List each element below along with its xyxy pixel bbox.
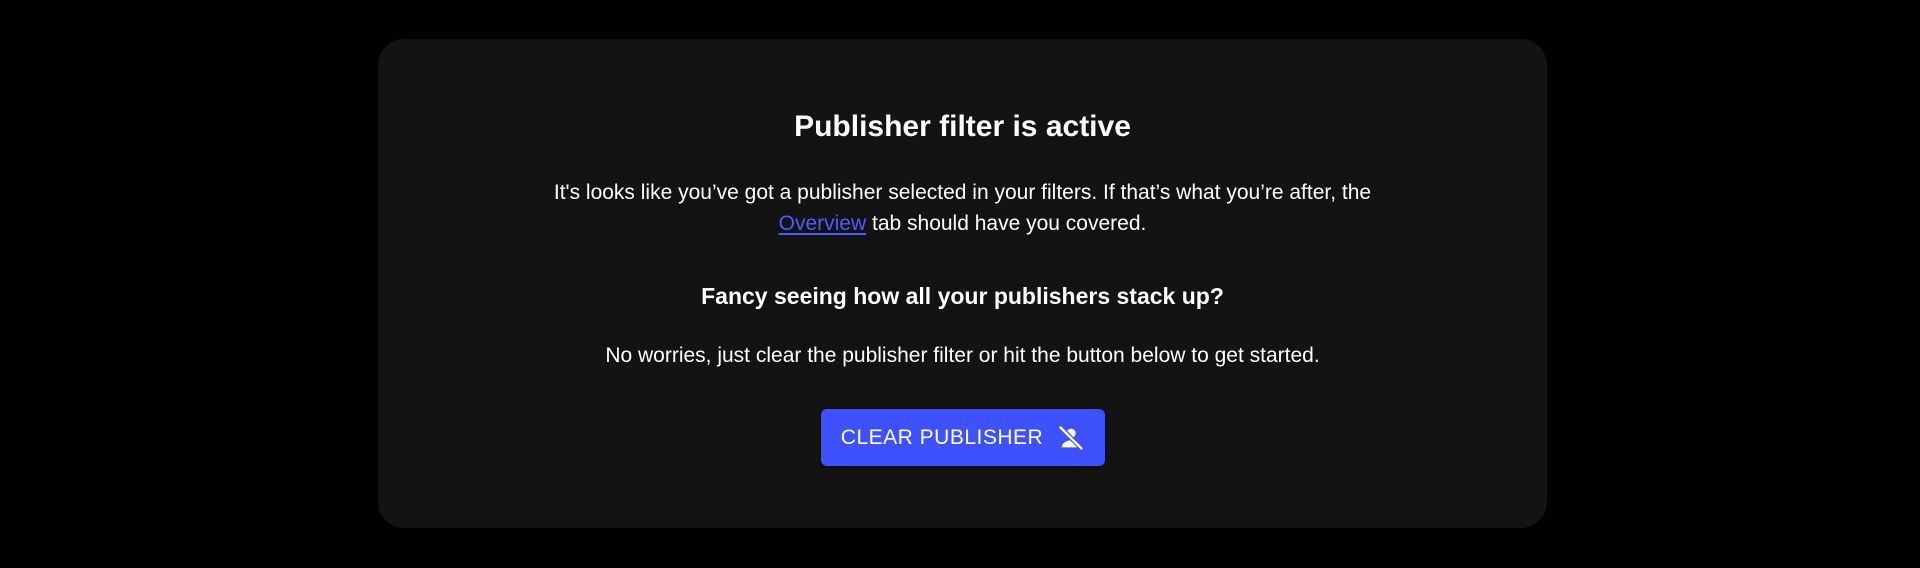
person-off-icon [1057, 424, 1085, 452]
clear-publisher-button[interactable]: CLEAR PUBLISHER [821, 409, 1105, 466]
clear-publisher-label: CLEAR PUBLISHER [840, 425, 1044, 449]
overview-link[interactable]: Overview [779, 212, 867, 235]
intro-text: It's looks like you’ve got a publisher s… [378, 177, 1547, 239]
card-subtitle: Fancy seeing how all your publishers sta… [701, 283, 1224, 309]
hint-text: No worries, just clear the publisher fil… [605, 344, 1320, 367]
card-title: Publisher filter is active [794, 110, 1131, 143]
intro-text-end: tab should have you covered. [866, 212, 1147, 235]
publisher-filter-card: Publisher filter is active It's looks li… [378, 39, 1547, 528]
intro-text-start: It's looks like you’ve got a publisher s… [553, 181, 1372, 204]
